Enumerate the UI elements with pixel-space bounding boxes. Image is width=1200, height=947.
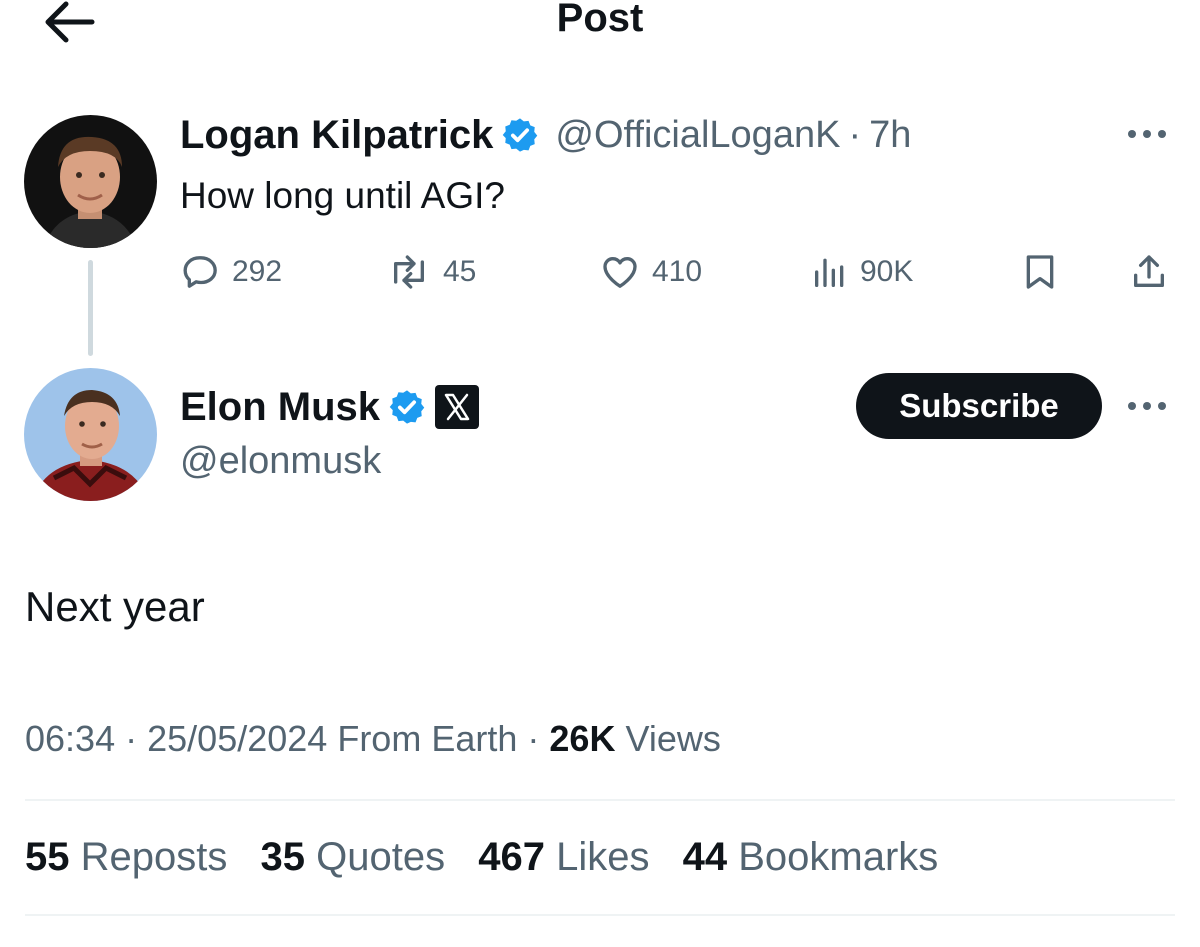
separator-dot: ·: [848, 113, 862, 156]
reply-button[interactable]: 292: [180, 252, 282, 292]
thread-line: [88, 260, 93, 356]
views-count: 26K: [549, 718, 616, 759]
more-options-icon[interactable]: [1117, 396, 1177, 416]
like-button[interactable]: 410: [598, 252, 702, 292]
author-handle[interactable]: @elonmusk: [180, 440, 381, 483]
like-icon: [603, 257, 637, 288]
stat-label: Bookmarks: [738, 835, 939, 879]
stat-label: Reposts: [80, 835, 228, 879]
views-button[interactable]: 90K: [810, 252, 913, 292]
separator-dot: ·: [125, 718, 138, 759]
page-title: Post: [556, 0, 644, 40]
separator-dot: ·: [527, 718, 540, 759]
stat-reposts[interactable]: 55 Reposts: [25, 835, 227, 879]
author-handle[interactable]: @OfficialLoganK: [555, 114, 840, 157]
stat-count: 35: [260, 835, 306, 879]
stat-label: Likes: [556, 835, 650, 879]
stat-count: 55: [25, 835, 70, 879]
post-meta: 06:34 · 25/05/2024 From Earth · 26K View…: [25, 718, 721, 760]
post-time[interactable]: 7h: [869, 114, 911, 157]
avatar-logan[interactable]: [24, 115, 157, 248]
divider: [25, 914, 1175, 916]
verified-badge-icon: [503, 118, 538, 152]
post-source: From Earth: [337, 718, 518, 759]
views-label: Views: [625, 718, 721, 759]
post-action-bar: 292 45 410 90K: [180, 252, 1170, 292]
stat-count: 467: [478, 835, 545, 879]
stat-quotes[interactable]: 35 Quotes: [261, 835, 446, 879]
author-name[interactable]: Elon Musk: [180, 385, 380, 430]
parent-post-text: How long until AGI?: [180, 175, 505, 216]
post-time[interactable]: 06:34: [25, 718, 115, 759]
author-name[interactable]: Logan Kilpatrick: [180, 113, 493, 158]
subscribe-button[interactable]: Subscribe: [856, 373, 1102, 439]
stat-bookmarks[interactable]: 44 Bookmarks: [683, 835, 939, 879]
stat-label: Quotes: [316, 835, 446, 879]
bookmark-icon: [1026, 255, 1054, 289]
views-icon: [815, 258, 844, 287]
share-button[interactable]: [1128, 252, 1170, 292]
repost-count: 45: [443, 255, 477, 288]
x-affiliate-badge-icon[interactable]: [434, 384, 480, 430]
like-count: 410: [652, 255, 703, 288]
share-icon: [1134, 255, 1164, 287]
divider: [25, 799, 1175, 801]
bookmark-button[interactable]: [1020, 252, 1060, 292]
views-count: 90K: [860, 255, 914, 288]
verified-badge-icon: [389, 390, 425, 424]
more-options-icon[interactable]: [1117, 124, 1177, 144]
post-date[interactable]: 25/05/2024: [147, 718, 327, 759]
stat-count: 44: [682, 835, 728, 879]
stat-likes[interactable]: 467 Likes: [478, 835, 649, 879]
post-text: Next year: [25, 583, 205, 630]
avatar-elon[interactable]: [24, 368, 157, 501]
reply-icon: [183, 256, 217, 288]
reply-count: 292: [232, 255, 283, 288]
engagement-stats: 55 Reposts 35 Quotes 467 Likes 44 Bookma…: [25, 835, 960, 880]
repost-icon: [394, 255, 425, 289]
repost-button[interactable]: 45: [385, 252, 476, 292]
